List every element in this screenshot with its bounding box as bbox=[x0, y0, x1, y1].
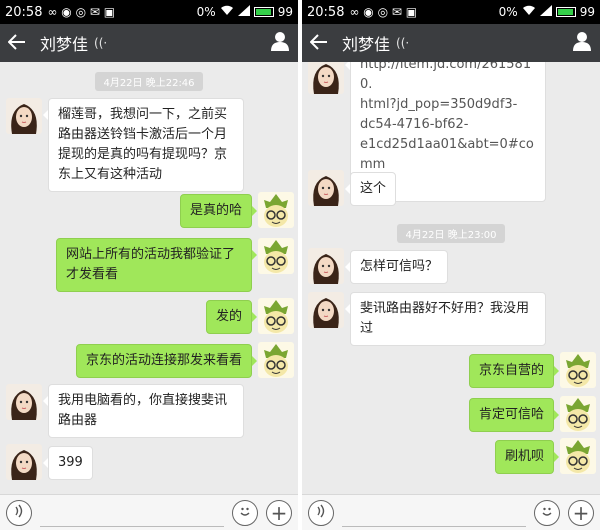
message-bubble[interactable]: 榴莲哥，我想问一下，之前买 路由器送铃铛卡激活后一个月 提现的是真的吗有提现吗？… bbox=[43, 98, 244, 192]
back-button[interactable] bbox=[0, 31, 34, 55]
voice-wave-icon: ((· bbox=[94, 36, 108, 50]
chat-header: 刘梦佳 ((· bbox=[302, 24, 600, 62]
status-bar: 20:58 ∞ ◉ ◎ ✉ ▣ 0% 99 bbox=[302, 0, 600, 24]
my-avatar[interactable] bbox=[258, 342, 294, 378]
my-avatar[interactable] bbox=[560, 438, 596, 474]
message-bubble[interactable]: 是真的哈 bbox=[179, 194, 258, 228]
contact-name: 刘梦佳 bbox=[40, 35, 89, 54]
voice-input-button[interactable] bbox=[308, 499, 334, 526]
person-icon bbox=[270, 31, 290, 55]
input-bar: + bbox=[0, 494, 298, 530]
smiley-icon bbox=[237, 503, 253, 523]
message-bubble[interactable]: 这个 bbox=[344, 172, 397, 206]
message-bubble[interactable]: 京东的活动连接那发来看看 bbox=[75, 344, 258, 378]
battery-icon bbox=[253, 7, 274, 17]
my-avatar[interactable] bbox=[258, 192, 294, 228]
message-input[interactable] bbox=[342, 498, 526, 527]
status-notification-icons: ∞ ◉ ◎ ✉ ▣ bbox=[349, 5, 418, 19]
add-button[interactable]: + bbox=[266, 499, 292, 526]
contact-avatar[interactable] bbox=[308, 62, 344, 94]
message-bubble[interactable]: 刷机呗 bbox=[494, 440, 560, 474]
data-usage-label: 0% bbox=[498, 5, 518, 19]
wifi-icon bbox=[220, 5, 234, 19]
chat-screen-left: 20:58 ∞ ◉ ◎ ✉ ▣ 0% 99 刘梦佳 ((· 4月22日 晚上22… bbox=[0, 0, 298, 530]
message-bubble[interactable]: 肯定可信哈 bbox=[468, 398, 560, 432]
message-bubble[interactable]: 网站上所有的活动我都验证了 才发看看 bbox=[56, 238, 257, 292]
contact-name: 刘梦佳 bbox=[342, 35, 391, 54]
message-bubble[interactable]: 我用电脑看的，你直接搜斐讯 路由器 bbox=[43, 384, 244, 438]
my-avatar[interactable] bbox=[560, 396, 596, 432]
timestamp: 4月22日 晚上23:00 bbox=[302, 224, 600, 243]
message-bubble[interactable]: 399 bbox=[43, 446, 93, 480]
back-button[interactable] bbox=[302, 31, 336, 55]
voice-icon bbox=[315, 504, 327, 522]
my-avatar[interactable] bbox=[258, 238, 294, 274]
voice-wave-icon: ((· bbox=[396, 36, 410, 50]
message-list[interactable]: 4月22日 晚上22:46 榴莲哥，我想问一下，之前买 路由器送铃铛卡激活后一个… bbox=[0, 62, 298, 490]
smiley-icon bbox=[539, 503, 555, 523]
contact-avatar[interactable] bbox=[308, 292, 344, 328]
plus-icon: + bbox=[270, 500, 288, 525]
person-icon bbox=[572, 31, 592, 55]
message-bubble[interactable]: 京东自营的 bbox=[468, 354, 560, 388]
status-time: 20:58 bbox=[307, 4, 345, 20]
timestamp: 4月22日 晚上22:46 bbox=[0, 72, 298, 91]
my-avatar[interactable] bbox=[258, 298, 294, 334]
chat-header: 刘梦佳 ((· bbox=[0, 24, 298, 62]
contact-avatar[interactable] bbox=[6, 444, 42, 480]
profile-button[interactable] bbox=[564, 24, 600, 62]
status-bar: 20:58 ∞ ◉ ◎ ✉ ▣ 0% 99 bbox=[0, 0, 298, 24]
contact-avatar[interactable] bbox=[308, 248, 344, 284]
input-bar: + bbox=[302, 494, 600, 530]
signal-icon bbox=[237, 5, 250, 19]
wifi-icon bbox=[522, 5, 536, 19]
battery-level: 99 bbox=[579, 5, 595, 19]
emoji-button[interactable] bbox=[534, 499, 560, 526]
contact-avatar[interactable] bbox=[6, 384, 42, 420]
status-notification-icons: ∞ ◉ ◎ ✉ ▣ bbox=[47, 5, 116, 19]
plus-icon: + bbox=[572, 500, 590, 525]
contact-avatar[interactable] bbox=[308, 170, 344, 206]
data-usage-label: 0% bbox=[196, 5, 216, 19]
message-bubble[interactable]: 发的 bbox=[205, 300, 258, 334]
voice-icon bbox=[13, 504, 25, 522]
message-input[interactable] bbox=[40, 498, 224, 527]
arrow-left-icon bbox=[309, 31, 328, 55]
my-avatar[interactable] bbox=[560, 352, 596, 388]
battery-level: 99 bbox=[277, 5, 293, 19]
message-bubble[interactable]: 怎样可信吗？ bbox=[344, 250, 449, 284]
add-button[interactable]: + bbox=[568, 499, 594, 526]
chat-screen-right: 20:58 ∞ ◉ ◎ ✉ ▣ 0% 99 刘梦佳 ((· http://ite… bbox=[302, 0, 600, 530]
arrow-left-icon bbox=[7, 31, 26, 55]
emoji-button[interactable] bbox=[232, 499, 258, 526]
voice-input-button[interactable] bbox=[6, 499, 32, 526]
battery-icon bbox=[555, 7, 576, 17]
signal-icon bbox=[539, 5, 552, 19]
profile-button[interactable] bbox=[262, 24, 298, 62]
message-bubble[interactable]: 斐讯路由器好不好用？我没用 过 bbox=[345, 292, 546, 346]
message-list[interactable]: http://item.jd.com/2615810. html?jd_pop=… bbox=[302, 62, 600, 490]
status-time: 20:58 bbox=[5, 4, 43, 20]
contact-avatar[interactable] bbox=[6, 98, 42, 134]
